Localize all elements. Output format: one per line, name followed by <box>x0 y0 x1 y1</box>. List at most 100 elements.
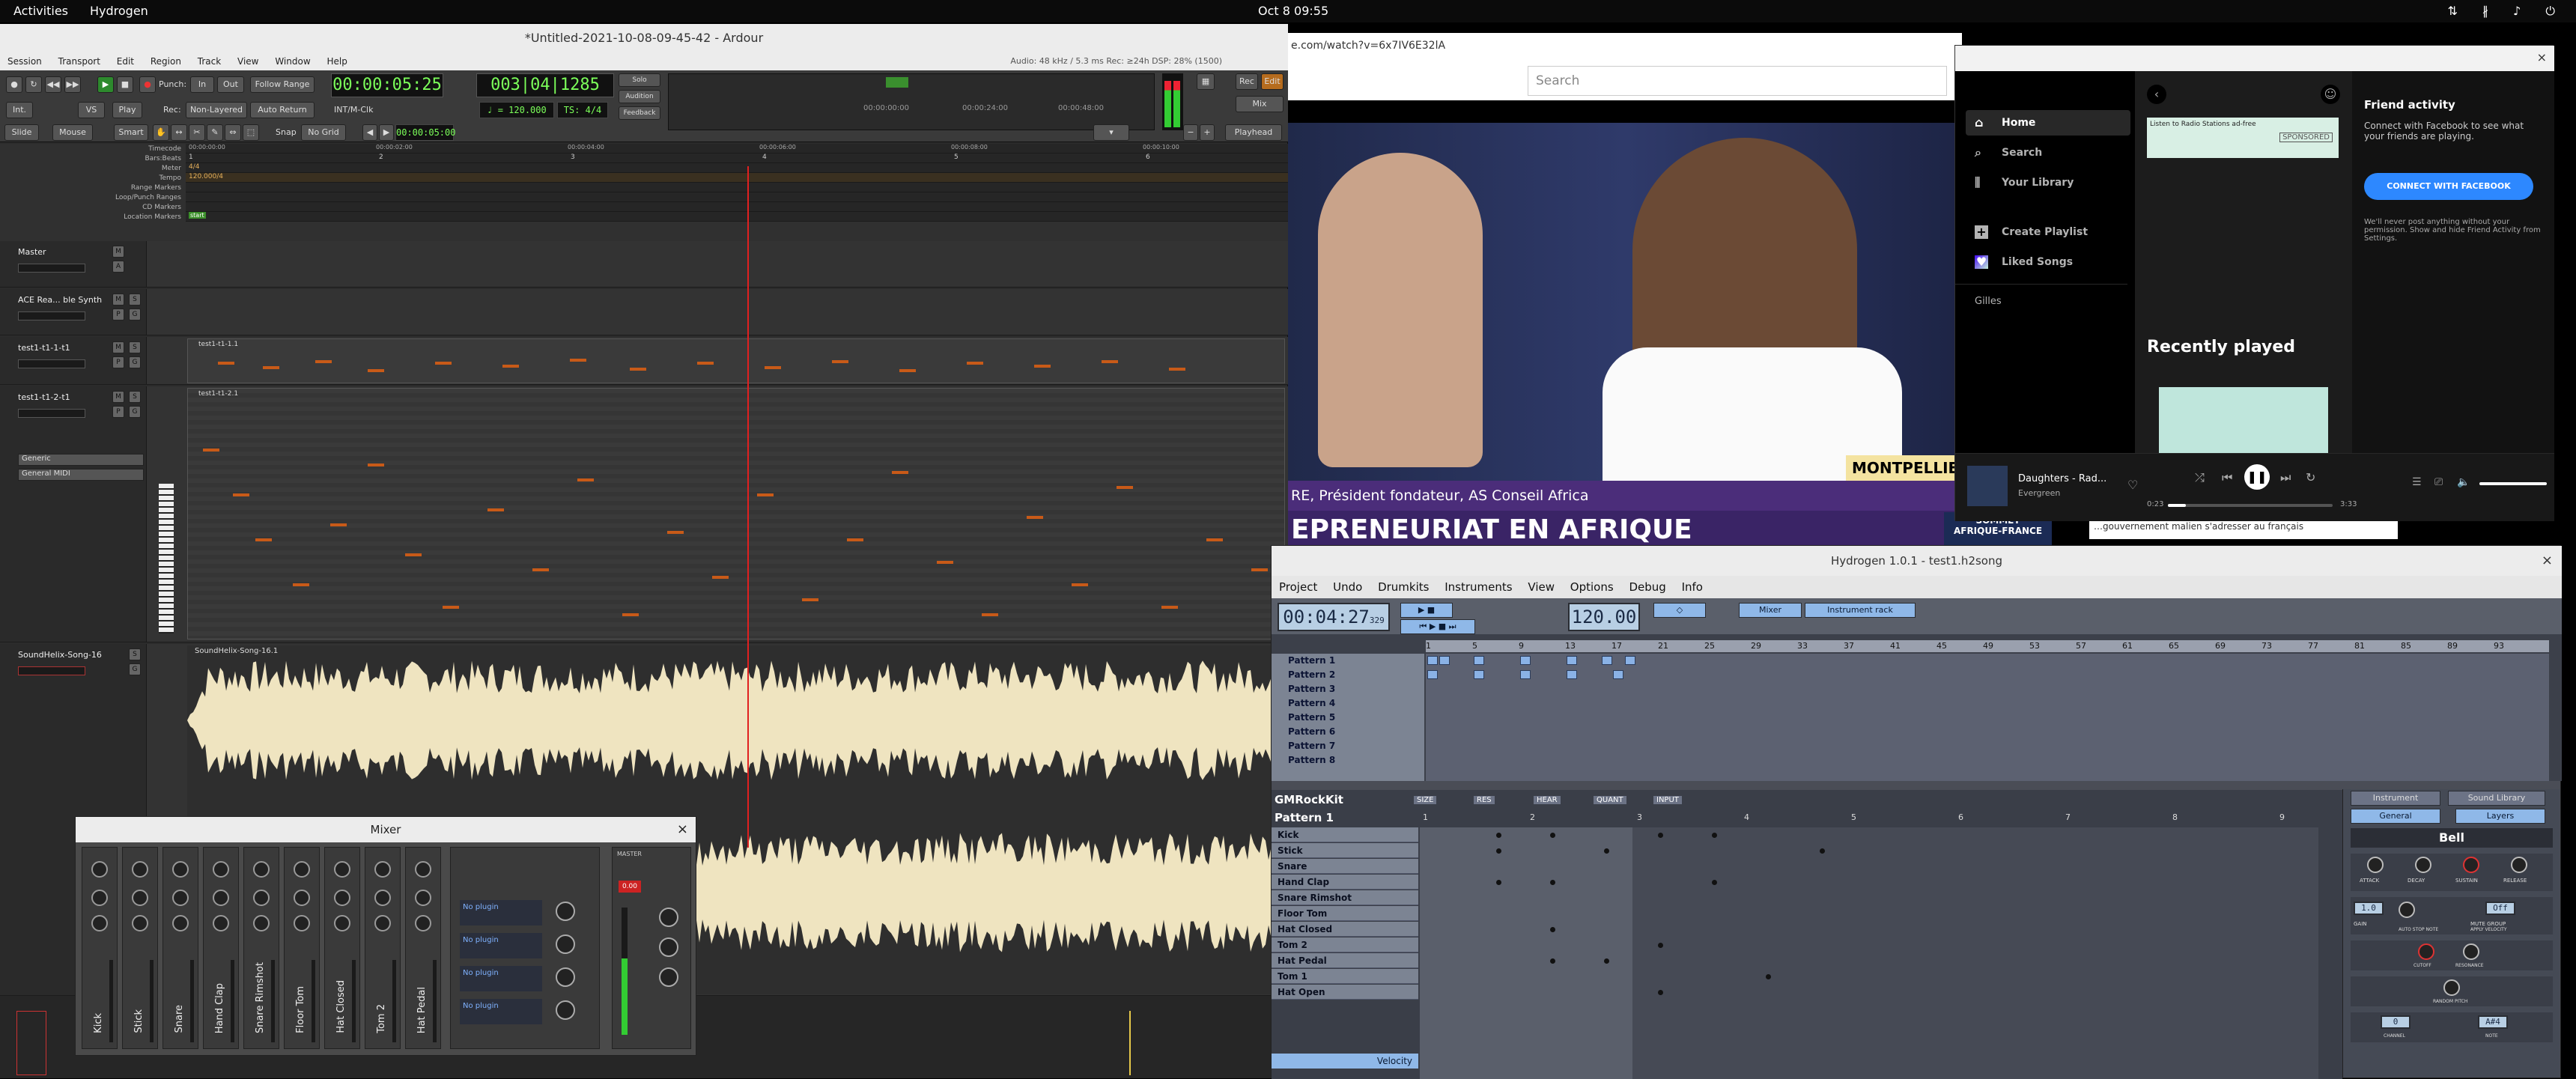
pattern-row[interactable]: Pattern 3 <box>1272 682 1421 696</box>
pattern-note[interactable] <box>1496 848 1501 854</box>
pattern-mode-button[interactable]: ▶ ■ <box>1400 603 1453 618</box>
playlist-button[interactable]: P <box>112 356 124 368</box>
track-fader[interactable] <box>18 409 85 418</box>
instrument-tab[interactable]: Instrument <box>2351 791 2440 806</box>
automation-button[interactable]: A <box>112 261 124 273</box>
volume-slider[interactable] <box>2479 482 2547 485</box>
range-tool-icon[interactable]: ↔ <box>171 124 187 141</box>
song-cell[interactable] <box>1427 656 1438 665</box>
track-fader[interactable] <box>18 264 85 273</box>
start-marker[interactable]: start <box>189 212 206 219</box>
menu-session[interactable]: Session <box>7 56 42 67</box>
time-signature-display[interactable]: TS: 4/4 <box>557 102 608 118</box>
song-ruler[interactable]: 1 5 9 13 17 21 25 29 33 37 41 45 49 53 57 61 65 69 73 77 81 8… <box>1426 640 2549 652</box>
song-cell[interactable] <box>1613 670 1623 679</box>
record-icon[interactable]: ● <box>139 76 156 93</box>
pan-knob[interactable] <box>334 861 350 878</box>
pattern-row[interactable]: Pattern 8 <box>1272 753 1421 767</box>
punch-out-button[interactable]: Out <box>217 76 244 93</box>
recent-album-art[interactable] <box>2159 387 2328 453</box>
playlist-button[interactable]: P <box>112 406 124 418</box>
song-grid[interactable] <box>1426 654 2549 781</box>
close-icon[interactable]: × <box>677 817 688 842</box>
pattern-note[interactable] <box>1712 880 1717 885</box>
record-arm-icon[interactable]: ● <box>6 76 22 93</box>
fx-knob[interactable] <box>253 915 270 931</box>
stretch-tool-icon[interactable]: ⇔ <box>225 124 241 141</box>
primary-clock[interactable]: 00:00:05:25 <box>331 73 443 97</box>
menu-edit[interactable]: Edit <box>117 56 134 67</box>
solo-button[interactable]: S <box>129 391 141 403</box>
play-button[interactable]: Play <box>112 102 142 118</box>
nav-home[interactable]: ⌂ Home <box>1966 110 2130 136</box>
group-button[interactable]: G <box>129 406 141 418</box>
back-icon[interactable]: ‹ <box>2147 85 2166 104</box>
pattern-note[interactable] <box>1658 943 1663 948</box>
previous-icon[interactable]: ⏮ <box>2222 470 2232 485</box>
bpm-display[interactable]: 120.00 <box>1568 603 1640 631</box>
menu-options[interactable]: Options <box>1570 580 1614 594</box>
fx-knob[interactable] <box>374 890 391 906</box>
cutoff-knob[interactable] <box>2418 943 2434 960</box>
instrument-name[interactable]: Bell <box>2351 828 2553 848</box>
fx-slot-3[interactable]: No plugin <box>460 966 542 991</box>
group-button[interactable]: G <box>129 663 141 675</box>
song-cell[interactable] <box>1567 656 1577 665</box>
fx-knob[interactable] <box>172 890 189 906</box>
liked-songs[interactable]: ♥ Liked Songs <box>1966 249 2130 275</box>
pattern-note[interactable] <box>1550 927 1555 932</box>
song-cell[interactable] <box>1520 656 1531 665</box>
instrument-row[interactable]: Snare <box>1272 859 1418 874</box>
int-button[interactable]: Int. <box>6 102 33 118</box>
editor-control[interactable]: INPUT <box>1653 796 1682 804</box>
volume-icon[interactable]: 🔈 <box>2457 476 2470 488</box>
tempo-display[interactable]: ♩ = 120.000 <box>479 102 554 118</box>
song-cell[interactable] <box>1474 670 1484 679</box>
smart-mode-button[interactable]: Smart <box>114 124 148 141</box>
pattern-note[interactable] <box>1496 833 1501 838</box>
mute-button[interactable]: M <box>112 246 124 258</box>
solo-button[interactable]: S <box>129 648 141 660</box>
fx-knob[interactable] <box>132 890 148 906</box>
nav-search[interactable]: ⌕ Search <box>1966 140 2130 165</box>
instrument-row[interactable]: Hand Clap <box>1272 875 1418 890</box>
song-cell[interactable] <box>1439 656 1450 665</box>
clock[interactable]: Oct 8 09:55 <box>1258 4 1328 18</box>
sponsored-banner[interactable]: Listen to Radio Stations ad-free SPONSOR… <box>2147 118 2339 158</box>
range-ruler[interactable] <box>186 183 1288 192</box>
fx-knob[interactable] <box>415 890 431 906</box>
zoom-in-icon[interactable]: + <box>1200 124 1215 141</box>
fx-return-knob[interactable] <box>556 967 575 987</box>
mute-group-value[interactable]: Off <box>2485 902 2515 915</box>
editor-control[interactable]: RES <box>1474 796 1495 804</box>
menu-info[interactable]: Info <box>1682 580 1703 594</box>
instrument-row[interactable]: Hat Open <box>1272 985 1418 1000</box>
playlist-button[interactable]: P <box>112 308 124 320</box>
pattern-note[interactable] <box>1658 833 1663 838</box>
fx-knob[interactable] <box>91 890 108 906</box>
pattern-row[interactable]: Pattern 6 <box>1272 725 1421 738</box>
nudge-forward-icon[interactable]: ▶ <box>379 124 394 141</box>
location-ruler[interactable]: start <box>186 212 1288 222</box>
pan-knob[interactable] <box>374 861 391 878</box>
pan-knob[interactable] <box>253 861 270 878</box>
random-pitch-knob[interactable] <box>2443 979 2460 996</box>
song-cell[interactable] <box>1474 656 1484 665</box>
bbt-ruler[interactable]: 1 2 3 4 5 6 <box>186 154 1288 163</box>
nudge-clock[interactable]: 00:00:05:00 <box>395 124 455 141</box>
master-fader-track[interactable] <box>622 908 628 1035</box>
zoom-focus-select[interactable]: Playhead <box>1225 124 1282 141</box>
audition-button[interactable]: Audition <box>619 90 660 103</box>
now-playing-cover[interactable] <box>1967 466 2008 506</box>
window-layout-icon[interactable]: ▦ <box>1197 73 1215 90</box>
menu-region[interactable]: Region <box>151 56 181 67</box>
menu-view[interactable]: View <box>1528 580 1555 594</box>
menu-project[interactable]: Project <box>1279 580 1317 594</box>
heart-icon[interactable]: ♡ <box>2127 478 2138 492</box>
track-fader[interactable] <box>18 666 85 675</box>
secondary-clock[interactable]: 003|04|1285 <box>476 73 614 97</box>
pattern-note[interactable] <box>1712 833 1717 838</box>
ripple-mode-select[interactable]: Mouse <box>52 124 93 141</box>
instrument-row[interactable]: Kick <box>1272 827 1418 842</box>
mute-button[interactable]: M <box>112 294 124 306</box>
